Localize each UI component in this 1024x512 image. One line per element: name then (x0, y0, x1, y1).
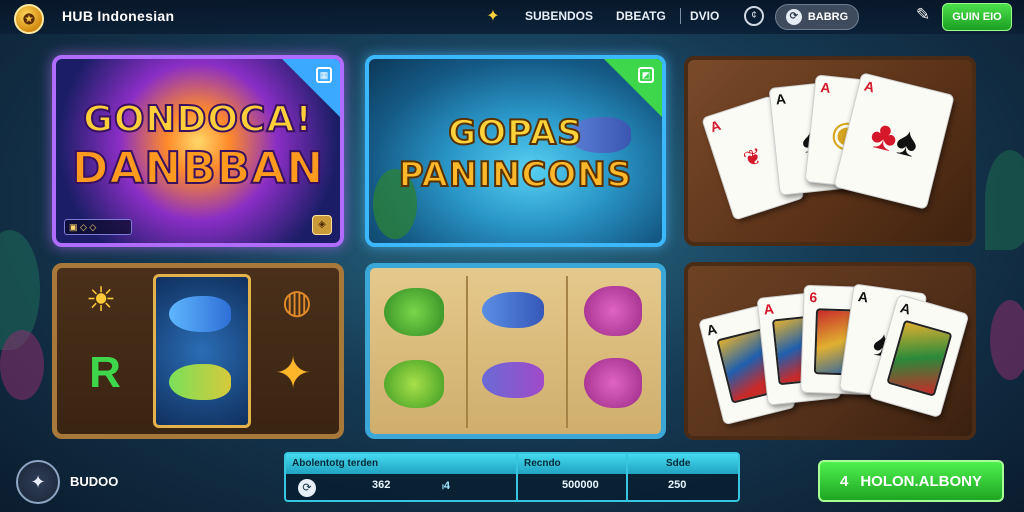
stats-value-3: 250 (668, 479, 687, 491)
top-navigation-bar: ✪ HUB Indonesian ✦ SUBENDOS DBEATG DVIO … (0, 0, 1024, 34)
game-tile-cards-1[interactable]: A ❦ A ♠ A ◉ A ♣♠ (684, 56, 976, 246)
cta-label: HOLON.ALBONY (860, 472, 982, 490)
username-label: BUDOO (70, 474, 119, 489)
fish-symbol (169, 364, 231, 400)
card-rank: A (704, 320, 719, 339)
sun-symbol-icon: ☀ (85, 281, 117, 319)
turtle-symbol (384, 288, 444, 336)
clock-symbol-icon: ◍ (282, 283, 312, 321)
game-tile-slots-1[interactable]: ☀ ◍ R ✦ (52, 263, 344, 439)
nav-link-2[interactable]: DBEATG (616, 9, 666, 23)
card-rank: A (708, 116, 723, 136)
cta-icon: 4 (839, 472, 849, 490)
card-rank: A (857, 288, 870, 306)
stats-header-2: Recndo (518, 454, 626, 474)
stats-panel: Abolentotg terden Recndo Sdde ⟳ 362 ₗ4 5… (284, 452, 740, 502)
game-title-line1: GONDOCA! (82, 98, 313, 141)
card-rank: A (762, 300, 775, 318)
turtle-symbol (384, 360, 444, 408)
stats-header-1: Abolentotg terden (286, 454, 516, 474)
brand-logo[interactable]: ✪ (14, 4, 44, 34)
game-tile-featured-2[interactable]: ◩ GOPAS PANINCONS (365, 55, 666, 247)
user-avatar[interactable]: ✦ (16, 460, 60, 504)
reel-divider (566, 276, 568, 428)
nav-link-3[interactable]: DVIO (690, 9, 719, 23)
nav-link-1[interactable]: SUBENDOS (525, 9, 593, 23)
refresh-icon: ⟳ (785, 9, 802, 25)
app-title: HUB Indonesian (62, 8, 175, 24)
club-spade-suit-icon: ♣♠ (866, 111, 923, 167)
stats-header-3: Sdde (628, 454, 738, 474)
balance-button[interactable]: ⟳ BABRG (775, 4, 859, 30)
magic-wand-icon[interactable]: ✎ (912, 5, 934, 27)
tag-icon: ◩ (638, 67, 654, 83)
grid-icon: ▦ (316, 67, 332, 83)
stats-divider (516, 454, 518, 500)
background-leaf (985, 150, 1024, 250)
game-tile-featured-1[interactable]: ▦ GONDOCA! DANBBAN ▣ ◇ ◇ ◈ (52, 55, 344, 247)
bolt-icon[interactable]: ✦ (483, 6, 503, 26)
top-cta-button[interactable]: GUIN EIO (942, 3, 1012, 31)
game-title-line2: PANINCONS (398, 154, 633, 196)
card-face-art (886, 319, 953, 397)
nav-divider (680, 8, 681, 24)
game-tile-slots-2[interactable] (365, 263, 666, 439)
bottom-cta-button[interactable]: 4 HOLON.ALBONY (818, 460, 1004, 502)
card-rank: 6 (809, 288, 818, 306)
card-rank: A (898, 299, 913, 318)
background-coral (0, 330, 44, 400)
card-rank: A (774, 90, 787, 108)
balance-button-label: BABRG (807, 11, 849, 23)
creature-symbol (584, 286, 642, 336)
card-rank: A (819, 79, 832, 97)
game-info-button[interactable]: ◈ (312, 215, 332, 235)
refresh-icon[interactable]: ⟳ (298, 479, 316, 497)
fish-symbol (169, 296, 231, 332)
star-symbol-icon: ✦ (274, 349, 312, 398)
stats-divider (626, 454, 628, 500)
game-title-line2: DANBBAN (71, 142, 325, 195)
fish-symbol (482, 362, 544, 398)
background-coral (990, 300, 1024, 380)
game-tile-cards-2[interactable]: A A 6 A ♠ A (684, 262, 976, 440)
game-info-bar: ▣ ◇ ◇ (64, 219, 132, 235)
stats-value-1: 362 (372, 479, 391, 491)
coin-icon[interactable]: ¢ (744, 6, 764, 26)
fish-symbol (482, 292, 544, 328)
card-rank: A (862, 77, 877, 96)
letter-symbol: R (89, 348, 121, 397)
game-title-line1: GOPAS (447, 112, 583, 154)
reel-divider (466, 276, 468, 428)
stats-value-2: 500000 (562, 479, 599, 491)
stats-value-1b: ₗ4 (442, 480, 450, 492)
creature-symbol (584, 358, 642, 408)
